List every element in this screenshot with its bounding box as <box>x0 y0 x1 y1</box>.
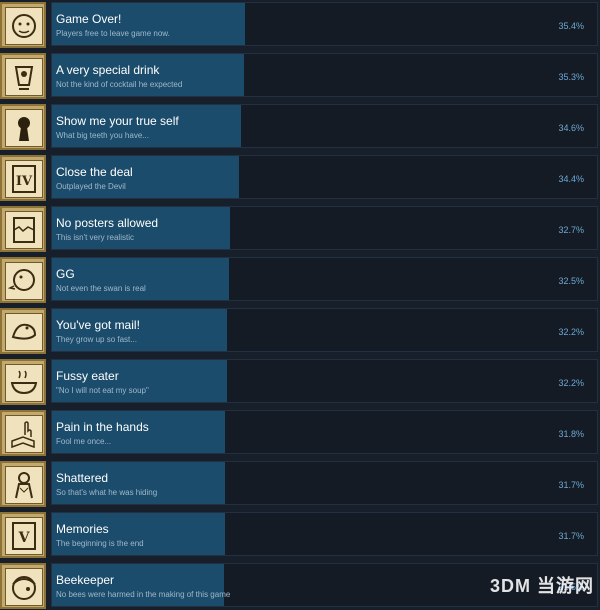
achievement-progress-track: A very special drink Not the kind of cock… <box>51 53 598 97</box>
achievement-title: Pain in the hands <box>56 420 149 434</box>
tarot-card-iv-icon: IV <box>0 155 46 201</box>
achievement-title: You've got mail! <box>56 318 140 332</box>
achievement-row: Game Over! Players free to leave game now… <box>0 2 600 49</box>
achievement-progress-track: Close the deal Outplayed the Devil 34.4% <box>51 155 598 199</box>
achievement-description: Not even the swan is real <box>56 284 146 293</box>
achievement-progress-track: Pain in the hands Fool me once... 31.8% <box>51 410 598 454</box>
silhouette-face-icon <box>0 2 46 48</box>
achievement-description: No bees were harmed in the making of thi… <box>56 590 230 599</box>
achievement-row: V Memories The beginning is the end 31.7% <box>0 512 600 559</box>
achievement-percentage: 31.7% <box>558 480 584 490</box>
achievement-title: Fussy eater <box>56 369 119 383</box>
achievement-row: IV Close the deal Outplayed the Devil 34.4% <box>0 155 600 202</box>
achievement-row: No posters allowed This isn't very realis… <box>0 206 600 253</box>
achievement-row: Pain in the hands Fool me once... 31.8% <box>0 410 600 457</box>
achievement-progress-track: Fussy eater "No I will not eat my soup" 32… <box>51 359 598 403</box>
shattered-figure-icon <box>0 461 46 507</box>
achievement-title: A very special drink <box>56 63 159 77</box>
achievement-description: Not the kind of cocktail he expected <box>56 80 182 89</box>
achievement-progress-track: GG Not even the swan is real 32.5% <box>51 257 598 301</box>
achievement-progress-track: Show me your true self What big teeth you… <box>51 104 598 148</box>
drink-glass-icon <box>0 53 46 99</box>
achievement-percentage: 32.7% <box>558 225 584 235</box>
keyhole-icon <box>0 104 46 150</box>
achievement-title: Game Over! <box>56 12 121 26</box>
achievement-row: You've got mail! They grow up so fast... 3… <box>0 308 600 355</box>
achievement-percentage: 34.4% <box>558 174 584 184</box>
achievement-row: Fussy eater "No I will not eat my soup" 32… <box>0 359 600 406</box>
achievement-percentage: 32.2% <box>558 327 584 337</box>
achievement-description: So that's what he was hiding <box>56 488 157 497</box>
achievement-title: Show me your true self <box>56 114 179 128</box>
achievement-progress-track: Game Over! Players free to leave game now… <box>51 2 598 46</box>
achievement-percentage: 35.4% <box>558 21 584 31</box>
swan-icon <box>0 257 46 303</box>
achievement-title: Close the deal <box>56 165 133 179</box>
watermark-logo: 3DM 当游网 <box>490 572 594 598</box>
svg-text:IV: IV <box>16 174 33 189</box>
achievement-percentage: 32.5% <box>558 276 584 286</box>
achievement-description: Outplayed the Devil <box>56 182 126 191</box>
soup-bowl-icon <box>0 359 46 405</box>
svg-text:V: V <box>18 530 31 546</box>
achievement-progress-fill <box>52 258 229 300</box>
achievement-description: What big teeth you have... <box>56 131 149 140</box>
achievement-progress-track: Memories The beginning is the end 31.7% <box>51 512 598 556</box>
achievement-percentage: 32.2% <box>558 378 584 388</box>
achievement-title: Beekeeper <box>56 573 114 587</box>
tarot-card-v-icon: V <box>0 512 46 558</box>
beekeeper-face-icon <box>0 563 46 609</box>
achievement-title: Memories <box>56 522 109 536</box>
achievement-description: "No I will not eat my soup" <box>56 386 149 395</box>
achievement-row: GG Not even the swan is real 32.5% <box>0 257 600 304</box>
achievement-description: Fool me once... <box>56 437 111 446</box>
achievement-percentage: 31.8% <box>558 429 584 439</box>
achievement-percentage: 34.6% <box>558 123 584 133</box>
achievement-title: Shattered <box>56 471 108 485</box>
achievement-description: The beginning is the end <box>56 539 144 548</box>
achievement-progress-track: Shattered So that's what he was hiding 31.… <box>51 461 598 505</box>
achievement-title: GG <box>56 267 75 281</box>
achievement-progress-track: You've got mail! They grow up so fast... 3… <box>51 308 598 352</box>
torn-poster-icon <box>0 206 46 252</box>
achievement-progress-track: No posters allowed This isn't very realis… <box>51 206 598 250</box>
achievement-row: Show me your true self What big teeth you… <box>0 104 600 151</box>
achievement-list: Game Over! Players free to leave game now… <box>0 0 600 606</box>
achievement-row: Shattered So that's what he was hiding 31.… <box>0 461 600 508</box>
achievement-row: A very special drink Not the kind of cock… <box>0 53 600 100</box>
achievement-description: They grow up so fast... <box>56 335 137 344</box>
pigeon-icon <box>0 308 46 354</box>
achievement-percentage: 31.7% <box>558 531 584 541</box>
achievement-description: This isn't very realistic <box>56 233 134 242</box>
hand-book-icon <box>0 410 46 456</box>
achievement-percentage: 35.3% <box>558 72 584 82</box>
achievement-description: Players free to leave game now. <box>56 29 170 38</box>
achievement-title: No posters allowed <box>56 216 158 230</box>
